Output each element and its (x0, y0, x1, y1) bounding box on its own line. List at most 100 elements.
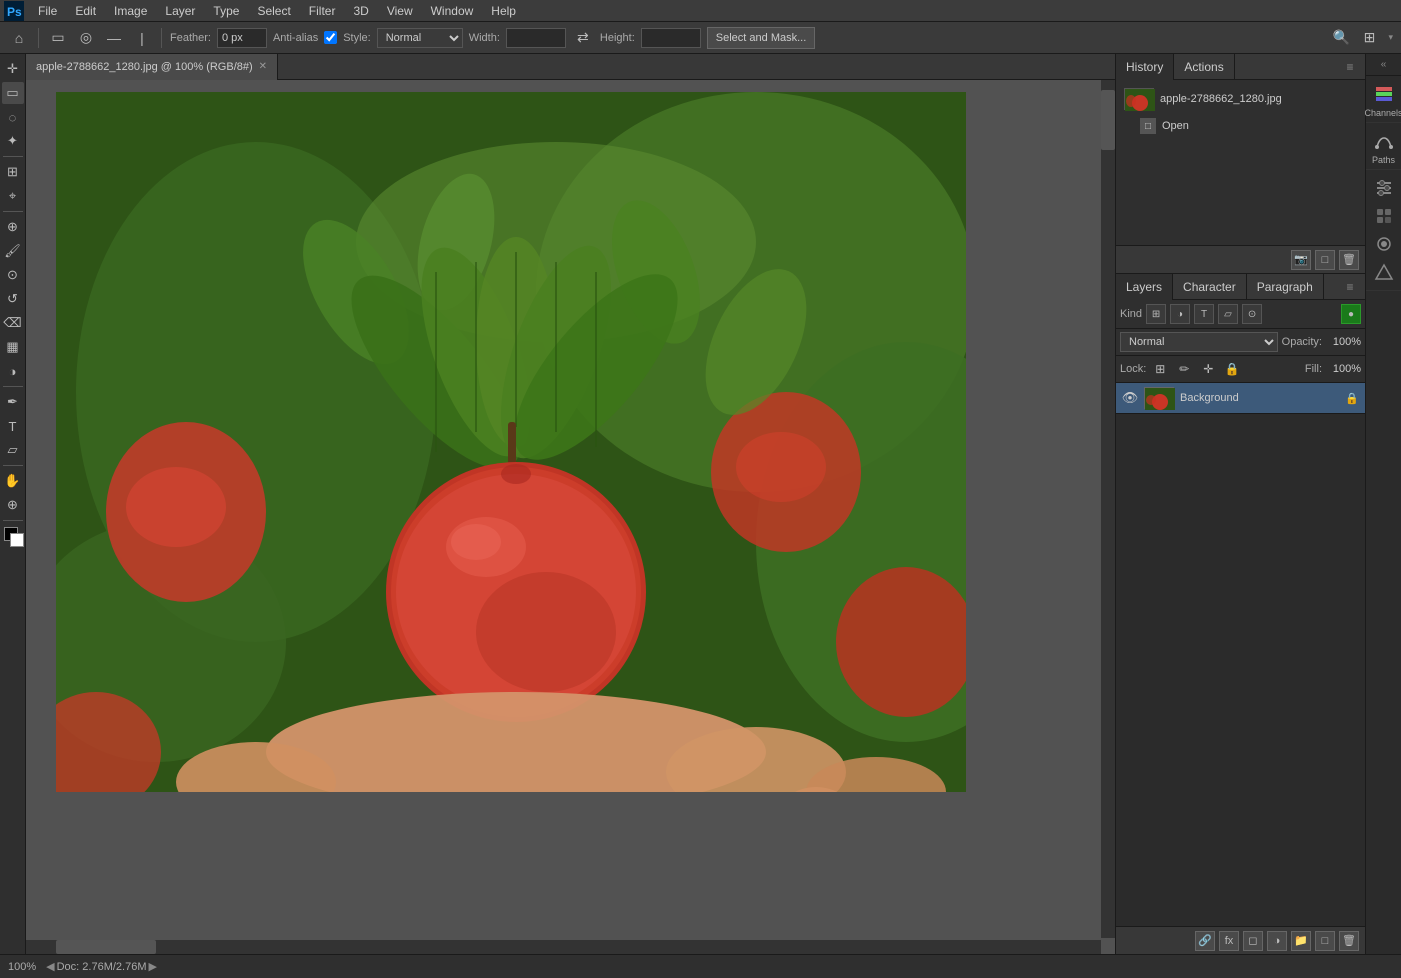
menu-3d[interactable]: 3D (345, 2, 376, 20)
menu-view[interactable]: View (379, 2, 421, 20)
delete-state-btn[interactable]: 🗑 (1339, 250, 1359, 270)
antiAlias-checkbox[interactable] (324, 31, 337, 44)
eyedropper-tool[interactable]: ⌖ (2, 185, 24, 207)
menu-help[interactable]: Help (483, 2, 524, 20)
new-layer-btn[interactable]: □ (1315, 931, 1335, 951)
create-new-document-btn[interactable]: □ (1315, 250, 1335, 270)
canvas-container[interactable] (26, 80, 1115, 954)
right-panel: History Actions ≡ apple-2788662_ (1115, 54, 1365, 954)
tool-sep-3 (3, 386, 23, 387)
crop-tool[interactable]: ⊞ (2, 161, 24, 183)
width-label: Width: (469, 32, 500, 44)
lock-all-btn[interactable]: 🔒 (1222, 359, 1242, 379)
tab-layers[interactable]: Layers (1116, 274, 1173, 300)
brush-tool[interactable]: 🖌 (2, 240, 24, 262)
gradient-tool[interactable]: ▦ (2, 336, 24, 358)
foreground-background-color[interactable] (2, 525, 24, 547)
menu-window[interactable]: Window (423, 2, 482, 20)
swap-dimensions-btn[interactable]: ⇄ (572, 27, 594, 49)
tab-paragraph[interactable]: Paragraph (1247, 274, 1324, 300)
text-tool[interactable]: T (2, 415, 24, 437)
history-panel-menu-btn[interactable]: ≡ (1339, 56, 1361, 78)
channels-group: Channels (1366, 76, 1401, 123)
heal-tool[interactable]: ⊕ (2, 216, 24, 238)
create-new-snapshot-btn[interactable]: 📷 (1291, 250, 1311, 270)
single-col-btn[interactable]: | (131, 27, 153, 49)
rect-marquee-btn[interactable]: ▭ (47, 27, 69, 49)
magic-wand-tool[interactable]: ✦ (2, 130, 24, 152)
filter-toggle-btn[interactable]: ● (1341, 304, 1361, 324)
menu-type[interactable]: Type (205, 2, 247, 20)
panel-collapse-btn[interactable]: « (1366, 54, 1401, 76)
filter-text-btn[interactable]: T (1194, 304, 1214, 324)
new-group-btn[interactable]: 📁 (1291, 931, 1311, 951)
fill-label: Fill: (1305, 363, 1322, 375)
menu-file[interactable]: File (30, 2, 65, 20)
shape-tool[interactable]: ▱ (2, 439, 24, 461)
hand-tool[interactable]: ✋ (2, 470, 24, 492)
layers-panel-menu-btn[interactable]: ≡ (1339, 276, 1361, 298)
clone-tool[interactable]: ⊙ (2, 264, 24, 286)
new-fill-adjustment-btn[interactable]: ◑ (1267, 931, 1287, 951)
adjustments-icon-btn[interactable] (1370, 174, 1398, 202)
dodge-tool[interactable]: ◑ (2, 360, 24, 382)
select-mask-btn[interactable]: Select and Mask... (707, 27, 816, 49)
horizontal-scrollbar[interactable] (26, 940, 1101, 954)
lock-pixels-btn[interactable]: ⊞ (1150, 359, 1170, 379)
layer-visibility-toggle[interactable]: 👁 (1122, 390, 1138, 406)
brush-settings-icon-btn[interactable] (1370, 230, 1398, 258)
rect-marquee-tool[interactable]: ▭ (2, 82, 24, 104)
delete-layer-btn[interactable]: 🗑 (1339, 931, 1359, 951)
menu-image[interactable]: Image (106, 2, 155, 20)
status-next-btn[interactable]: ▶ (148, 960, 156, 973)
filter-smart-btn[interactable]: ⊙ (1242, 304, 1262, 324)
feather-label: Feather: (170, 32, 211, 44)
filter-pixel-btn[interactable]: ⊞ (1146, 304, 1166, 324)
lock-move-btn[interactable]: ✛ (1198, 359, 1218, 379)
history-file-item[interactable]: apple-2788662_1280.jpg (1120, 84, 1361, 114)
zoom-tool[interactable]: ⊕ (2, 494, 24, 516)
document-tab[interactable]: apple-2788662_1280.jpg @ 100% (RGB/8#) ✕ (26, 54, 278, 80)
style-dropdown[interactable]: Normal Fixed Ratio Fixed Size (377, 28, 463, 48)
layer-background[interactable]: 👁 Background 🔒 (1116, 383, 1365, 414)
width-input[interactable] (506, 28, 566, 48)
link-layers-btn[interactable]: 🔗 (1195, 931, 1215, 951)
eraser-tool[interactable]: ⌫ (2, 312, 24, 334)
add-mask-btn[interactable]: ◻ (1243, 931, 1263, 951)
single-row-btn[interactable]: — (103, 27, 125, 49)
paths-icon-btn[interactable] (1370, 127, 1398, 155)
status-prev-btn[interactable]: ◀ (46, 960, 54, 973)
arrange-dropdown-arrow[interactable]: ▾ (1388, 32, 1393, 43)
arrange-btn[interactable]: ⊞ (1358, 27, 1380, 49)
history-brush-tool[interactable]: ↺ (2, 288, 24, 310)
tab-close-btn[interactable]: ✕ (259, 61, 267, 72)
style-icon-btn[interactable] (1370, 202, 1398, 230)
history-bottom-bar: 📷 □ 🗑 (1116, 245, 1365, 273)
menu-filter[interactable]: Filter (301, 2, 344, 20)
blend-mode-dropdown[interactable]: Normal Multiply Screen (1120, 332, 1278, 352)
menu-select[interactable]: Select (249, 2, 298, 20)
ellipse-marquee-btn[interactable]: ◎ (75, 27, 97, 49)
tab-character[interactable]: Character (1173, 274, 1247, 300)
tab-actions[interactable]: Actions (1174, 54, 1234, 80)
color-icon-btn[interactable] (1370, 258, 1398, 286)
lasso-tool[interactable]: ◌ (2, 106, 24, 128)
layer-style-btn[interactable]: fx (1219, 931, 1239, 951)
vertical-scrollbar[interactable] (1101, 80, 1115, 938)
tab-history[interactable]: History (1116, 54, 1174, 80)
pen-tool[interactable]: ✒ (2, 391, 24, 413)
menu-edit[interactable]: Edit (67, 2, 104, 20)
tool-sep-2 (3, 211, 23, 212)
feather-input[interactable] (217, 28, 267, 48)
home-button[interactable]: ⌂ (8, 27, 30, 49)
channels-icon-btn[interactable] (1370, 80, 1398, 108)
history-open-item[interactable]: □ Open (1120, 114, 1361, 138)
move-tool[interactable]: ✛ (2, 58, 24, 80)
filter-shape-btn[interactable]: ▱ (1218, 304, 1238, 324)
zoom-search-btn[interactable]: 🔍 (1330, 27, 1352, 49)
lock-paint-btn[interactable]: ✏ (1174, 359, 1194, 379)
history-content: apple-2788662_1280.jpg □ Open (1116, 80, 1365, 245)
filter-adjust-btn[interactable]: ◑ (1170, 304, 1190, 324)
menu-layer[interactable]: Layer (157, 2, 203, 20)
height-input[interactable] (641, 28, 701, 48)
